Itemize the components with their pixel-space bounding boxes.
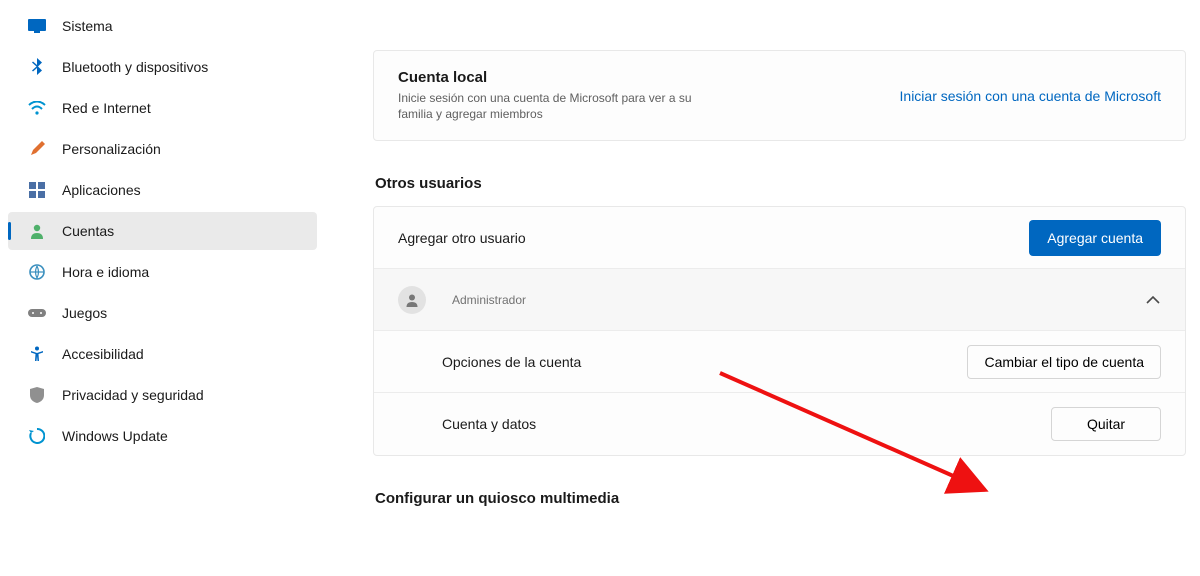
display-icon [28, 17, 46, 35]
add-account-button[interactable]: Agregar cuenta [1029, 220, 1161, 256]
person-icon [398, 286, 426, 314]
brush-icon [28, 140, 46, 158]
sidebar-item-label: Sistema [62, 18, 113, 34]
bluetooth-icon [28, 58, 46, 76]
account-options-row: Opciones de la cuenta Cambiar el tipo de… [374, 331, 1185, 393]
sidebar-item-label: Aplicaciones [62, 182, 141, 198]
sidebar-item-sistema[interactable]: Sistema [8, 7, 317, 45]
sidebar-item-label: Cuentas [62, 223, 114, 239]
sidebar-item-label: Privacidad y seguridad [62, 387, 204, 403]
sidebar-item-aplicaciones[interactable]: Aplicaciones [8, 171, 317, 209]
sidebar-item-accesibilidad[interactable]: Accesibilidad [8, 335, 317, 373]
other-users-group: Agregar otro usuario Agregar cuenta Admi… [373, 206, 1186, 456]
account-data-row: Cuenta y datos Quitar [374, 393, 1185, 455]
gamepad-icon [28, 304, 46, 322]
user-expander-row[interactable]: Administrador [374, 269, 1185, 331]
add-user-row: Agregar otro usuario Agregar cuenta [374, 207, 1185, 269]
sidebar-item-label: Personalización [62, 141, 161, 157]
person-icon [28, 222, 46, 240]
sidebar-item-hora-idioma[interactable]: Hora e idioma [8, 253, 317, 291]
remove-account-button[interactable]: Quitar [1051, 407, 1161, 441]
sidebar-item-label: Windows Update [62, 428, 168, 444]
kiosk-heading: Configurar un quiosco multimedia [375, 490, 1186, 507]
change-account-type-button[interactable]: Cambiar el tipo de cuenta [967, 345, 1161, 379]
account-data-label: Cuenta y datos [442, 416, 536, 432]
local-account-card: Cuenta local Inicie sesión con una cuent… [373, 50, 1186, 141]
sidebar-item-bluetooth[interactable]: Bluetooth y dispositivos [8, 48, 317, 86]
sidebar-item-juegos[interactable]: Juegos [8, 294, 317, 332]
add-user-label: Agregar otro usuario [398, 230, 526, 246]
main-content: Cuenta local Inicie sesión con una cuent… [325, 0, 1200, 576]
sidebar-item-cuentas[interactable]: Cuentas [8, 212, 317, 250]
shield-icon [28, 386, 46, 404]
globe-clock-icon [28, 263, 46, 281]
sidebar-item-label: Red e Internet [62, 100, 151, 116]
local-account-title: Cuenta local [398, 69, 718, 86]
sign-in-microsoft-link[interactable]: Iniciar sesión con una cuenta de Microso… [900, 88, 1161, 104]
sidebar-item-label: Bluetooth y dispositivos [62, 59, 208, 75]
settings-sidebar: Sistema Bluetooth y dispositivos Red e I… [0, 0, 325, 576]
sidebar-item-label: Hora e idioma [62, 264, 149, 280]
user-role-label: Administrador [452, 293, 526, 307]
other-users-heading: Otros usuarios [375, 175, 1186, 192]
sidebar-item-label: Juegos [62, 305, 107, 321]
sidebar-item-red[interactable]: Red e Internet [8, 89, 317, 127]
account-options-label: Opciones de la cuenta [442, 354, 581, 370]
sidebar-item-privacidad[interactable]: Privacidad y seguridad [8, 376, 317, 414]
sidebar-item-label: Accesibilidad [62, 346, 144, 362]
local-account-subtitle: Inicie sesión con una cuenta de Microsof… [398, 90, 718, 122]
apps-icon [28, 181, 46, 199]
wifi-icon [28, 99, 46, 117]
sidebar-item-windows-update[interactable]: Windows Update [8, 417, 317, 455]
accessibility-icon [28, 345, 46, 363]
sidebar-item-personalizacion[interactable]: Personalización [8, 130, 317, 168]
update-icon [28, 427, 46, 445]
chevron-up-icon[interactable] [1145, 292, 1161, 308]
